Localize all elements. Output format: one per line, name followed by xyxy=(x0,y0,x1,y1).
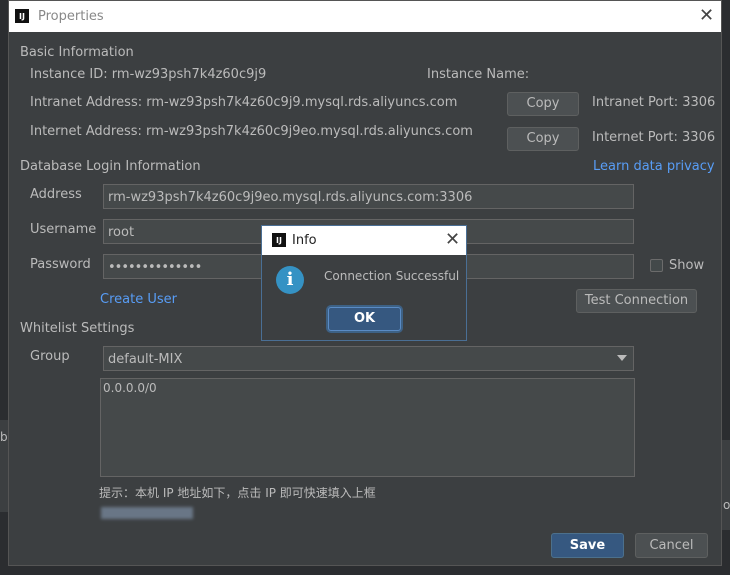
background-panel-right xyxy=(722,440,730,530)
instance-id: Instance ID: rm-wz93psh7k4z60c9j9 xyxy=(30,67,267,82)
copy-internet-button[interactable]: Copy xyxy=(507,127,579,151)
group-label: Group xyxy=(30,349,70,364)
login-info-heading: Database Login Information xyxy=(20,159,201,174)
instance-name-label: Instance Name: xyxy=(427,67,530,82)
whitelist-heading: Whitelist Settings xyxy=(20,321,135,336)
ip-hint: 提示：本机 IP 地址如下，点击 IP 即可快速填入上框 xyxy=(99,486,376,500)
info-icon: i xyxy=(276,266,304,294)
info-close-icon[interactable]: ✕ xyxy=(445,231,460,249)
group-select[interactable]: default-MIX xyxy=(103,346,634,371)
info-dialog: IJ Info ✕ i Connection Successful OK xyxy=(261,225,467,341)
copy-intranet-button[interactable]: Copy xyxy=(507,92,579,116)
dialog-title: Properties xyxy=(38,9,104,24)
address-field[interactable]: rm-wz93psh7k4z60c9j9eo.mysql.rds.aliyunc… xyxy=(103,184,634,209)
intranet-address: Intranet Address: rm-wz93psh7k4z60c9j9.m… xyxy=(30,95,458,110)
privacy-link[interactable]: Learn data privacy xyxy=(593,159,715,174)
background-char-left: b xyxy=(0,430,8,444)
group-select-value: default-MIX xyxy=(108,352,183,367)
address-label: Address xyxy=(30,187,82,202)
dropdown-arrow-icon[interactable] xyxy=(617,355,627,361)
title-bar: IJ Properties ✕ xyxy=(9,1,721,32)
intranet-port: Intranet Port: 3306 xyxy=(592,95,716,110)
basic-info-heading: Basic Information xyxy=(20,45,134,60)
info-app-icon: IJ xyxy=(272,233,286,247)
password-label: Password xyxy=(30,257,91,272)
show-password-label: Show xyxy=(669,258,705,273)
internet-address: Internet Address: rm-wz93psh7k4z60c9j9eo… xyxy=(30,124,473,139)
ok-button[interactable]: OK xyxy=(328,307,401,331)
username-label: Username xyxy=(30,222,97,237)
background-char-right: o xyxy=(723,498,730,512)
cancel-button[interactable]: Cancel xyxy=(635,533,708,558)
info-title: Info xyxy=(292,233,317,248)
ip-list-value: 0.0.0.0/0 xyxy=(103,381,157,395)
info-title-bar: IJ Info ✕ xyxy=(262,226,466,255)
internet-port: Internet Port: 3306 xyxy=(592,130,716,145)
create-user-link[interactable]: Create User xyxy=(100,292,177,307)
local-ip-blurred[interactable] xyxy=(101,507,193,519)
close-icon[interactable]: ✕ xyxy=(699,7,714,25)
ip-list-textarea[interactable]: 0.0.0.0/0 xyxy=(100,378,635,477)
show-password-checkbox[interactable] xyxy=(650,259,663,272)
app-icon: IJ xyxy=(15,9,29,23)
test-connection-button[interactable]: Test Connection xyxy=(576,289,697,313)
info-message: Connection Successful xyxy=(324,269,460,283)
save-button[interactable]: Save xyxy=(551,533,624,558)
